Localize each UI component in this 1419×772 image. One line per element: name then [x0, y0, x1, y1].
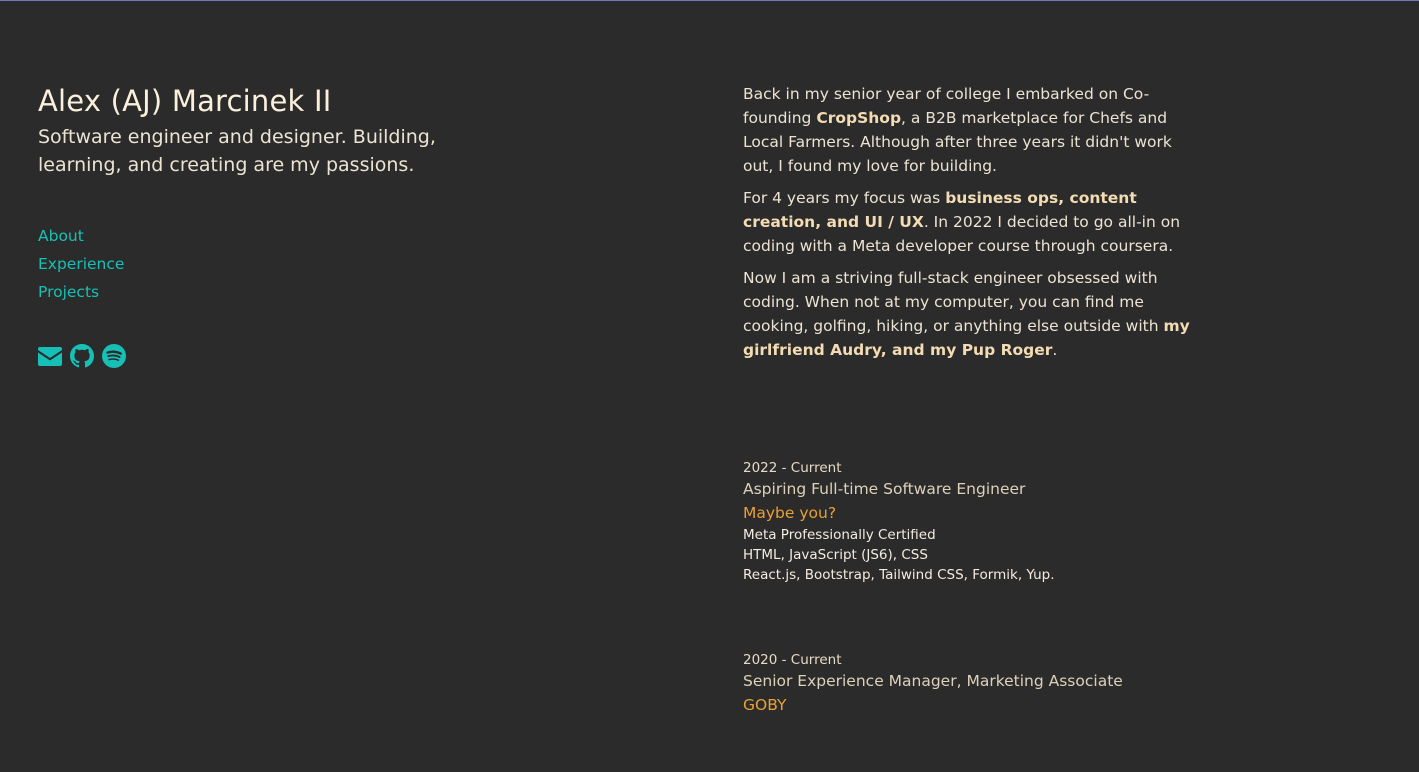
nav-link-about[interactable]: About: [38, 222, 508, 250]
page-title: Alex (AJ) Marcinek II: [38, 84, 332, 118]
experience-detail: HTML, JavaScript (JS6), CSS: [743, 547, 928, 563]
experience-company: Maybe you?: [743, 504, 837, 522]
experience-detail: React.js, Bootstrap, Tailwind CSS, Formi…: [743, 567, 1055, 583]
section-nav: About Experience Projects: [38, 222, 508, 306]
experience-title: Aspiring Full-time Software Engineer: [743, 480, 1026, 498]
social-links: [38, 344, 508, 368]
experience-date: 2022 - Current: [743, 460, 842, 476]
about-paragraph: Back in my senior year of college I emba…: [743, 82, 1193, 178]
experience-item[interactable]: 2020 - Current Senior Experience Manager…: [743, 651, 1263, 717]
about-text: For 4 years my focus was: [743, 189, 946, 207]
spotify-icon[interactable]: [102, 344, 126, 368]
about-text: .: [1052, 341, 1058, 359]
experience-detail: Meta Professionally Certified: [743, 527, 936, 543]
profile-header: Alex (AJ) Marcinek II Software engineer …: [38, 83, 508, 368]
nav-link-experience[interactable]: Experience: [38, 250, 508, 278]
experience-title: Senior Experience Manager, Marketing Ass…: [743, 672, 1123, 690]
about-text: Now I am a striving full-stack engineer …: [743, 269, 1164, 335]
about-paragraph: For 4 years my focus was business ops, c…: [743, 186, 1193, 258]
about-section: Back in my senior year of college I emba…: [743, 82, 1193, 370]
tagline: Software engineer and designer. Building…: [38, 126, 436, 176]
cropshop-link[interactable]: CropShop: [816, 109, 901, 127]
experience-item[interactable]: 2022 - Current Aspiring Full-time Softwa…: [743, 459, 1263, 585]
envelope-icon[interactable]: [38, 344, 62, 368]
nav-link-projects[interactable]: Projects: [38, 278, 508, 306]
github-icon[interactable]: [70, 344, 94, 368]
experience-company: GOBY: [743, 696, 787, 714]
experience-date: 2020 - Current: [743, 652, 842, 668]
about-paragraph: Now I am a striving full-stack engineer …: [743, 266, 1193, 362]
